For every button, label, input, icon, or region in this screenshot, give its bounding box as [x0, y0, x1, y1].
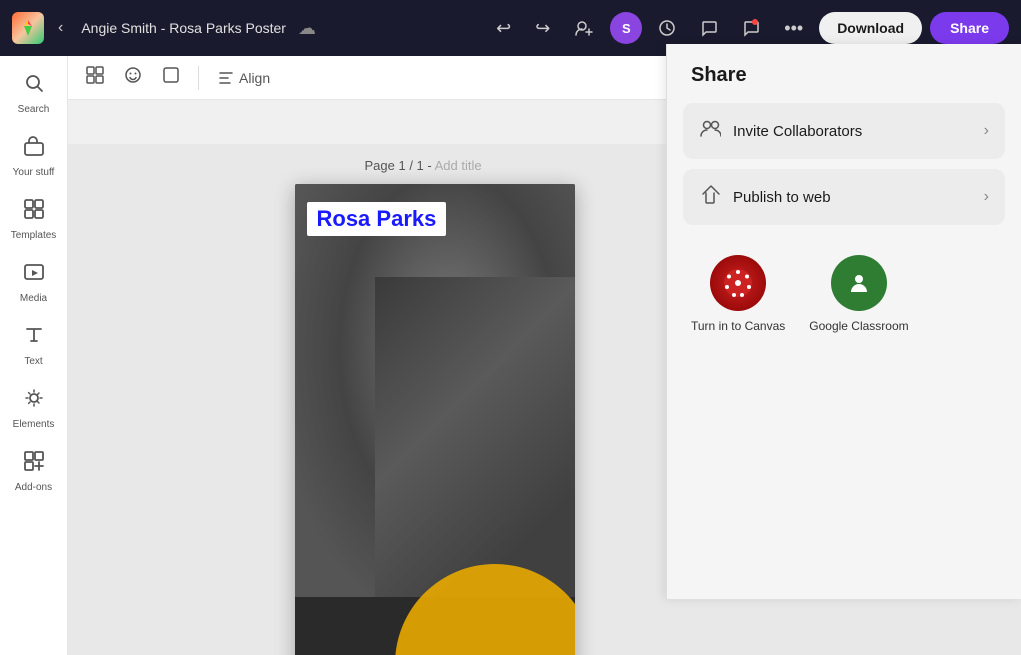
- share-apps-row: Turn in to Canvas Google Classroom: [667, 235, 1021, 353]
- page-label: Page 1 / 1 - Add title: [365, 158, 482, 173]
- share-panel-title: Share: [667, 56, 1021, 103]
- publish-to-web-arrow: ›: [984, 188, 989, 206]
- comments-button[interactable]: [734, 15, 768, 41]
- page-separator: -: [424, 158, 435, 173]
- sidebar-item-addons[interactable]: Add-ons: [4, 442, 64, 501]
- sidebar-item-addons-label: Add-ons: [15, 482, 52, 493]
- media-icon: [23, 261, 45, 289]
- page-number: Page 1 / 1: [365, 158, 424, 173]
- sidebar-item-elements-label: Elements: [13, 419, 55, 430]
- toolbar-shape-button[interactable]: [156, 62, 186, 93]
- sidebar-item-templates[interactable]: Templates: [4, 190, 64, 249]
- poster-circle: [395, 564, 575, 655]
- left-sidebar: Search Your stuff Templates: [0, 56, 68, 655]
- canvas-icon: [710, 255, 766, 311]
- share-button[interactable]: Share: [930, 12, 1009, 44]
- canvas-app[interactable]: Turn in to Canvas: [691, 255, 785, 333]
- invite-collaborators-arrow: ›: [984, 122, 989, 140]
- poster-title: Rosa Parks: [317, 206, 437, 231]
- document-title: Angie Smith - Rosa Parks Poster: [81, 20, 286, 36]
- sidebar-item-your-stuff[interactable]: Your stuff: [4, 127, 64, 186]
- poster-canvas[interactable]: Rosa Parks Rosa Louise McCauley Parks wa…: [295, 184, 575, 655]
- sidebar-item-search[interactable]: Search: [4, 64, 64, 123]
- invite-collaborators-icon: [699, 117, 721, 145]
- sidebar-item-media-label: Media: [20, 293, 47, 304]
- poster-photo: Rosa Parks: [295, 184, 575, 597]
- more-options-button[interactable]: •••: [776, 14, 811, 43]
- sidebar-item-elements[interactable]: Elements: [4, 379, 64, 438]
- main-area: Search Your stuff Templates: [0, 56, 1021, 655]
- user-avatar[interactable]: S: [610, 12, 642, 44]
- share-panel: Share Invite Collaborators › Publish: [666, 56, 1021, 599]
- page-add-title[interactable]: Add title: [435, 158, 482, 173]
- search-icon: [23, 72, 45, 100]
- sidebar-item-your-stuff-label: Your stuff: [13, 167, 55, 178]
- poster-bottom: Rosa Louise McCauley Parks was an Americ…: [295, 558, 575, 655]
- elements-icon: [23, 387, 45, 415]
- toolbar-emoji-button[interactable]: [118, 62, 148, 93]
- sidebar-item-text[interactable]: Text: [4, 316, 64, 375]
- poster-title-box: Rosa Parks: [307, 202, 447, 236]
- sidebar-item-text-label: Text: [24, 356, 42, 367]
- text-icon: [23, 324, 45, 352]
- publish-to-web-label: Publish to web: [733, 189, 972, 206]
- invite-collaborators-label: Invite Collaborators: [733, 123, 972, 140]
- cloud-sync-icon: ☁: [298, 18, 316, 39]
- toolbar-grid-button[interactable]: [80, 62, 110, 93]
- download-button[interactable]: Download: [819, 12, 922, 44]
- sidebar-item-search-label: Search: [18, 104, 50, 115]
- chat-button[interactable]: [692, 15, 726, 41]
- classroom-app-label: Google Classroom: [809, 319, 908, 333]
- undo-button[interactable]: ↩: [488, 14, 519, 43]
- your-stuff-icon: [23, 135, 45, 163]
- publish-to-web-option[interactable]: Publish to web ›: [683, 169, 1005, 225]
- invite-collaborators-option[interactable]: Invite Collaborators ›: [683, 103, 1005, 159]
- add-collaborator-button[interactable]: [566, 14, 602, 42]
- back-button[interactable]: ‹: [52, 15, 69, 41]
- canvas-app-label: Turn in to Canvas: [691, 319, 785, 333]
- addons-icon: [23, 450, 45, 478]
- app-logo[interactable]: [12, 12, 44, 44]
- sidebar-item-media[interactable]: Media: [4, 253, 64, 312]
- toolbar-divider: [198, 66, 199, 90]
- align-label: Align: [239, 70, 270, 86]
- poster-background: Rosa Parks Rosa Louise McCauley Parks wa…: [295, 184, 575, 655]
- classroom-icon: [831, 255, 887, 311]
- insights-button[interactable]: [650, 15, 684, 41]
- templates-icon: [23, 198, 45, 226]
- redo-button[interactable]: ↪: [527, 14, 558, 43]
- toolbar-align-button[interactable]: Align: [211, 65, 276, 91]
- google-classroom-app[interactable]: Google Classroom: [809, 255, 908, 333]
- publish-to-web-icon: [699, 183, 721, 211]
- person-silhouette: [375, 277, 575, 597]
- sidebar-item-templates-label: Templates: [11, 230, 57, 241]
